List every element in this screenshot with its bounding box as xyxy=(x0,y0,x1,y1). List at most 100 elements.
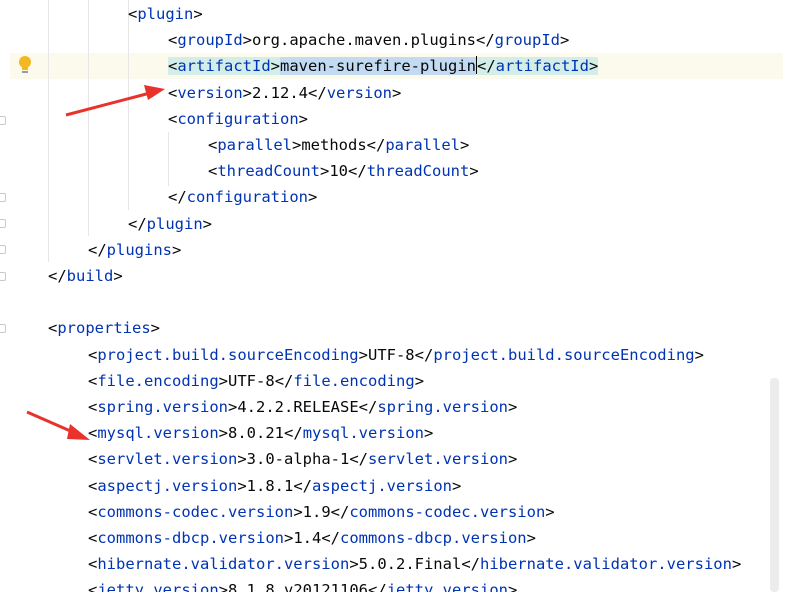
xml-tag-name: groupId xyxy=(177,31,243,50)
bracket: > xyxy=(242,31,253,50)
xml-value: 8.1.8.v20121106 xyxy=(228,581,368,592)
bracket: > xyxy=(694,345,704,364)
vertical-scrollbar[interactable] xyxy=(770,378,779,592)
xml-tag-name: mysql.version xyxy=(302,424,425,443)
code-line[interactable]: <mysql.version>8.0.21</mysql.version> xyxy=(88,420,433,446)
xml-tag-name: spring.version xyxy=(377,398,508,416)
bracket: < xyxy=(88,345,98,364)
code-line[interactable]: <jetty.version>8.1.8.v20121106</jetty.ve… xyxy=(88,577,517,592)
code-line[interactable]: </plugin> xyxy=(128,211,212,237)
fold-marker-icon[interactable] xyxy=(0,116,6,125)
code-line[interactable]: <servlet.version>3.0-alpha-1</servlet.ve… xyxy=(88,446,517,472)
code-editor[interactable]: <plugin> <groupId>org.apache.maven.plugin… xyxy=(0,0,789,592)
xml-value: org.apache.maven.plugins xyxy=(252,31,476,50)
bracket: < xyxy=(168,57,178,76)
fold-marker-icon[interactable] xyxy=(0,324,6,333)
xml-tag-name: hibernate.validator.version xyxy=(97,555,350,574)
bracket: > xyxy=(308,188,318,207)
bracket: > xyxy=(731,555,742,574)
open-tag: <jetty.version> xyxy=(88,581,228,592)
bracket: </ xyxy=(274,371,294,390)
open-tag: <spring.version> xyxy=(88,398,237,416)
bracket: < xyxy=(88,398,98,416)
xml-tag-name: artifactId xyxy=(177,57,271,76)
lightbulb-icon[interactable] xyxy=(18,55,32,75)
bracket: </ xyxy=(88,240,107,259)
bracket: > xyxy=(424,424,434,443)
xml-value: 1.9 xyxy=(302,502,331,521)
code-line[interactable]: <artifactId>maven-surefire-plugin</artif… xyxy=(168,53,599,79)
code-line[interactable]: <threadCount>10</threadCount> xyxy=(208,158,479,184)
code-line[interactable]: <project.build.sourceEncoding>UTF-8</pro… xyxy=(88,342,704,368)
code-line[interactable]: </plugins> xyxy=(88,237,181,263)
code-line[interactable]: </configuration> xyxy=(168,184,317,210)
open-tag: <commons-dbcp.version> xyxy=(88,529,293,547)
close-tag: </commons-codec.version> xyxy=(331,503,555,521)
bracket: > xyxy=(237,450,247,469)
code-line[interactable]: <groupId>org.apache.maven.plugins</group… xyxy=(168,27,569,53)
close-tag: </version> xyxy=(308,84,401,102)
code-line[interactable]: </build> xyxy=(48,263,123,289)
xml-tag-name: version xyxy=(326,83,393,102)
bracket: > xyxy=(270,57,281,76)
code-line[interactable]: <aspectj.version>1.8.1</aspectj.version> xyxy=(88,473,461,499)
xml-value: maven-surefire-plugin xyxy=(280,57,476,76)
close-tag: </spring.version> xyxy=(359,398,518,416)
xml-tag-name: configuration xyxy=(186,188,308,207)
xml-tag-name: spring.version xyxy=(97,398,228,416)
bracket: < xyxy=(208,162,218,181)
code-line[interactable]: <plugin> xyxy=(128,1,203,27)
code-line[interactable]: <version>2.12.4</version> xyxy=(168,80,401,106)
xml-tag-name: groupId xyxy=(494,31,560,50)
bracket: > xyxy=(559,31,570,50)
bracket: < xyxy=(88,476,98,495)
bracket: < xyxy=(168,31,178,50)
bracket: </ xyxy=(128,214,147,233)
open-tag: <artifactId> xyxy=(168,57,281,76)
xml-tag-name: parallel xyxy=(385,136,460,154)
bracket: > xyxy=(588,57,599,76)
xml-tag-name: servlet.version xyxy=(368,450,508,469)
code-line[interactable]: <file.encoding>UTF-8</file.encoding> xyxy=(88,368,424,394)
fold-marker-icon[interactable] xyxy=(0,272,6,281)
open-tag: <version> xyxy=(168,84,252,102)
annotation-arrow xyxy=(65,85,165,117)
xml-tag-name: hibernate.validator.version xyxy=(479,555,732,574)
close-tag: </threadCount> xyxy=(348,162,479,180)
code-line[interactable]: <parallel>methods</parallel> xyxy=(208,132,469,158)
bracket: < xyxy=(88,502,98,521)
xml-tag-name: plugin xyxy=(146,214,203,233)
close-tag: </parallel> xyxy=(367,136,470,154)
open-tag: <file.encoding> xyxy=(88,372,228,390)
bracket: </ xyxy=(48,267,67,285)
close-tag: </jetty.version> xyxy=(368,581,517,592)
xml-value: UTF-8 xyxy=(228,371,275,390)
fold-marker-icon[interactable] xyxy=(0,193,6,202)
bracket: < xyxy=(88,450,98,469)
fold-marker-icon[interactable] xyxy=(0,219,6,228)
bracket: < xyxy=(88,581,98,592)
bracket: > xyxy=(358,345,368,364)
bracket: </ xyxy=(461,555,480,574)
code-line[interactable]: <spring.version>4.2.2.RELEASE</spring.ve… xyxy=(88,394,517,420)
bracket: > xyxy=(320,162,330,181)
xml-tag-name: plugins xyxy=(106,240,172,259)
bracket: < xyxy=(88,371,98,390)
code-line[interactable]: <hibernate.validator.version>5.0.2.Final… xyxy=(88,551,741,577)
xml-tag-name: plugin xyxy=(137,5,194,23)
fold-marker-icon[interactable] xyxy=(0,245,6,254)
code-line[interactable]: <commons-dbcp.version>1.4</commons-dbcp.… xyxy=(88,525,536,551)
bracket: < xyxy=(88,555,98,574)
xml-tag-name: project.build.sourceEncoding xyxy=(97,345,359,364)
xml-tag-name: jetty.version xyxy=(97,581,219,592)
close-tag: </groupId> xyxy=(476,31,569,49)
xml-value: 4.2.2.RELEASE xyxy=(237,398,359,416)
bracket: </ xyxy=(348,162,367,181)
bracket: > xyxy=(293,502,303,521)
indent-guide xyxy=(128,0,129,210)
code-line[interactable]: <properties> xyxy=(48,315,160,341)
code-line[interactable]: <configuration> xyxy=(168,106,308,132)
code-line[interactable]: <commons-codec.version>1.9</commons-code… xyxy=(88,499,555,525)
bracket: > xyxy=(507,450,518,469)
bracket: > xyxy=(283,529,294,547)
